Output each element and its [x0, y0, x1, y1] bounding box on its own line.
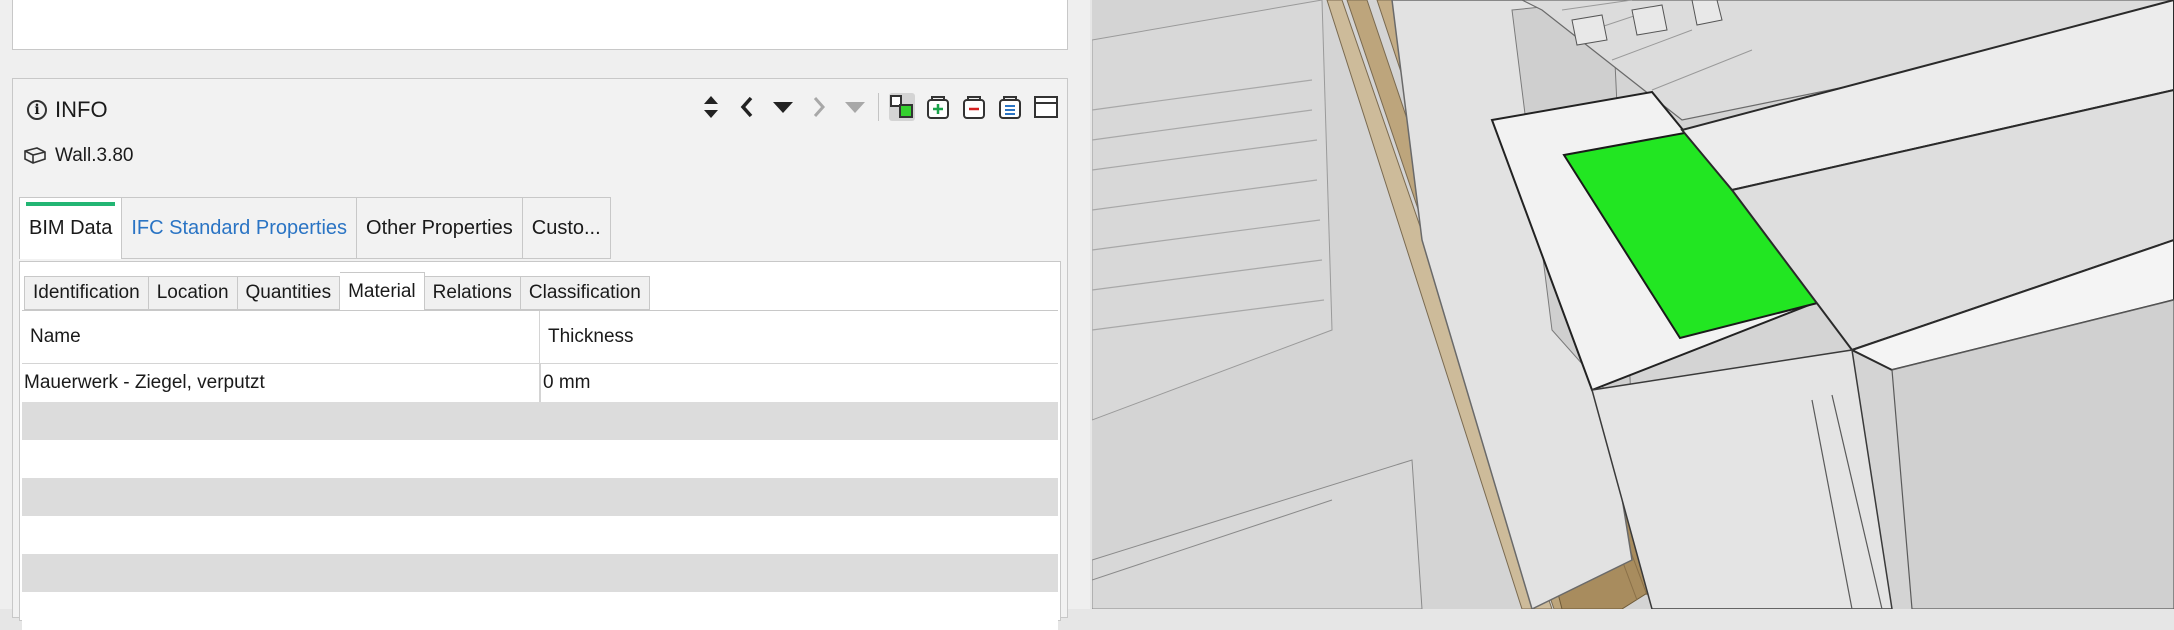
info-panel: i INFO Wall.3.80 BIM Data IFC Standard P…	[12, 78, 1068, 630]
list-selection-icon[interactable]	[997, 93, 1023, 121]
main-tabs: BIM Data IFC Standard Properties Other P…	[19, 197, 611, 261]
tab-ifc-standard-properties[interactable]: IFC Standard Properties	[122, 197, 358, 259]
table-row[interactable]: Mauerwerk - Ziegel, verputzt 0 mm	[22, 364, 1058, 402]
toolbar-separator	[878, 93, 879, 121]
info-toolbar	[698, 93, 1059, 121]
cell-material-name: Mauerwerk - Ziegel, verputzt	[22, 364, 540, 402]
empty-row	[22, 516, 1058, 554]
info-title: i INFO	[27, 97, 108, 123]
remove-selection-icon[interactable]	[961, 93, 987, 121]
subtab-relations[interactable]: Relations	[424, 276, 521, 310]
cell-thickness: 0 mm	[540, 364, 1058, 402]
left-panel-area: i INFO Wall.3.80 BIM Data IFC Standard P…	[0, 0, 1090, 630]
empty-row	[22, 592, 1058, 630]
sort-icon[interactable]	[698, 93, 724, 121]
subtab-material[interactable]: Material	[340, 272, 425, 310]
header-name[interactable]: Name	[22, 311, 540, 363]
triangle-down-disabled-icon[interactable]	[842, 93, 868, 121]
material-table: Name Thickness Mauerwerk - Ziegel, verpu…	[22, 310, 1058, 630]
wall-icon	[24, 147, 46, 164]
upper-panel	[12, 0, 1068, 50]
info-title-label: INFO	[55, 97, 108, 122]
subtab-quantities[interactable]: Quantities	[237, 276, 341, 310]
tab-content: Identification Location Quantities Mater…	[19, 261, 1061, 630]
sub-tabs: Identification Location Quantities Mater…	[24, 272, 650, 310]
object-name: Wall.3.80	[55, 145, 134, 166]
info-icon: i	[27, 100, 47, 120]
info-header: i INFO	[13, 79, 1067, 139]
add-selection-icon[interactable]	[925, 93, 951, 121]
tab-other-properties[interactable]: Other Properties	[357, 197, 523, 259]
xray-cubes-icon[interactable]	[889, 93, 915, 121]
table-header: Name Thickness	[22, 311, 1058, 364]
empty-row	[22, 440, 1058, 478]
building-model	[1092, 0, 2174, 609]
empty-row	[22, 478, 1058, 516]
subtab-classification[interactable]: Classification	[520, 276, 650, 310]
chevron-left-icon[interactable]	[734, 93, 760, 121]
selected-object: Wall.3.80	[23, 145, 134, 167]
tab-custom[interactable]: Custo...	[522, 197, 611, 259]
triangle-down-icon[interactable]	[770, 93, 796, 121]
window-icon[interactable]	[1033, 93, 1059, 121]
empty-row	[22, 554, 1058, 592]
subtab-location[interactable]: Location	[148, 276, 238, 310]
header-thickness[interactable]: Thickness	[540, 311, 1058, 363]
subtab-identification[interactable]: Identification	[24, 276, 149, 310]
3d-viewport[interactable]	[1092, 0, 2174, 609]
chevron-right-icon[interactable]	[806, 93, 832, 121]
tab-bim-data[interactable]: BIM Data	[19, 197, 123, 259]
empty-row	[22, 402, 1058, 440]
